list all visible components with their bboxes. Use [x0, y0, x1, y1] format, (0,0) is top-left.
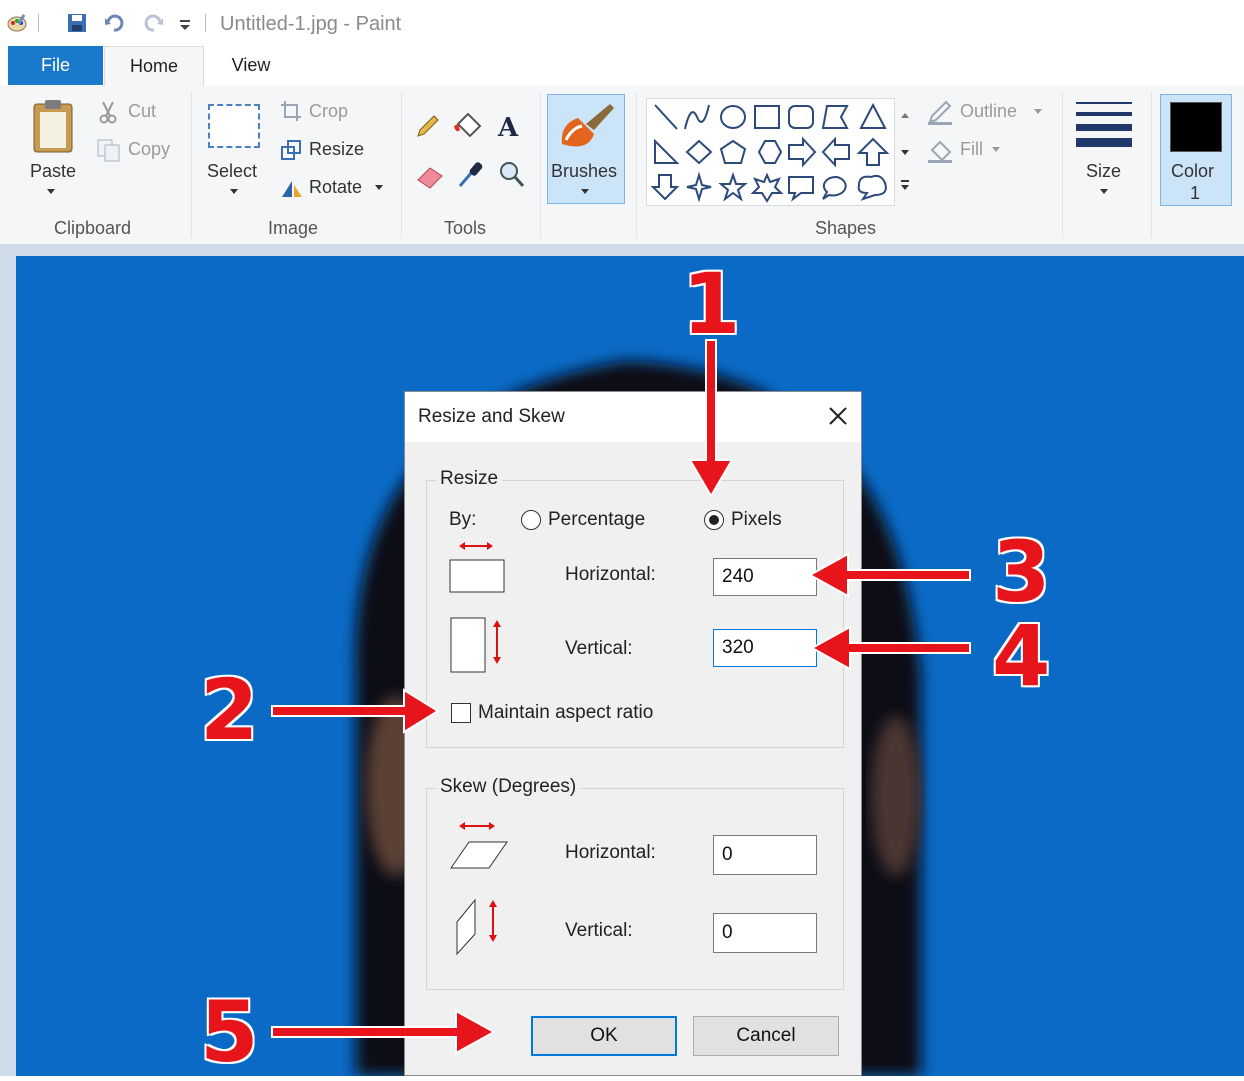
pixels-radio[interactable] — [704, 510, 724, 530]
cut-icon[interactable] — [96, 100, 120, 124]
copy-icon[interactable] — [96, 138, 122, 162]
group-separator — [540, 92, 541, 238]
divider — [205, 14, 206, 32]
vertical-resize-icon — [450, 617, 501, 673]
close-icon[interactable] — [828, 406, 848, 426]
rotate-button[interactable]: Rotate — [309, 177, 362, 198]
horizontal-skew-icon — [450, 822, 508, 869]
customize-quick-access-icon[interactable] — [178, 18, 192, 32]
group-separator — [401, 92, 402, 238]
select-button-label[interactable]: Select — [207, 161, 257, 182]
title-bar: Untitled-1.jpg - Paint — [0, 0, 1244, 46]
ok-button[interactable]: OK — [531, 1016, 677, 1056]
crop-icon[interactable] — [280, 100, 302, 122]
skew-vertical-label: Vertical: — [565, 920, 633, 941]
dialog-title: Resize and Skew — [418, 406, 565, 427]
cut-button[interactable]: Cut — [128, 101, 156, 122]
annotation-3: 3 — [990, 523, 1051, 621]
brushes-label[interactable]: Brushes — [551, 161, 617, 182]
resize-button[interactable]: Resize — [309, 139, 364, 160]
undo-icon[interactable] — [104, 12, 126, 34]
size-icon[interactable] — [1076, 100, 1132, 148]
tools-group-label: Tools — [444, 218, 487, 238]
select-dropdown-icon[interactable] — [229, 188, 239, 196]
skew-horizontal-label: Horizontal: — [565, 842, 656, 863]
color-1-label[interactable]: Color — [1171, 161, 1214, 182]
maintain-aspect-ratio-checkbox[interactable] — [451, 703, 471, 723]
brushes-dropdown-icon[interactable] — [580, 188, 590, 196]
annotation-4: 4 — [990, 607, 1051, 705]
brush-icon[interactable] — [556, 100, 616, 154]
paint-app-icon — [7, 14, 27, 32]
crop-button[interactable]: Crop — [309, 101, 348, 122]
outline-icon[interactable] — [926, 100, 954, 126]
resize-icon[interactable] — [280, 139, 302, 161]
eraser-icon[interactable] — [414, 162, 446, 190]
shapes-gallery-scroll[interactable] — [894, 98, 915, 206]
save-icon[interactable] — [66, 12, 88, 34]
vertical-skew-icon — [456, 898, 497, 956]
tab-file[interactable]: File — [8, 46, 103, 85]
resize-horizontal-label: Horizontal: — [565, 564, 656, 585]
paste-button-label[interactable]: Paste — [30, 161, 76, 182]
fill-icon[interactable] — [926, 138, 954, 164]
magnifier-icon[interactable] — [498, 160, 526, 190]
redo-icon[interactable] — [142, 12, 164, 34]
resize-skew-dialog: Resize and Skew Resize By: Percentage Pi… — [404, 391, 862, 1076]
copy-button[interactable]: Copy — [128, 139, 170, 160]
skew-horizontal-input[interactable] — [713, 835, 817, 875]
size-dropdown-icon[interactable] — [1099, 188, 1109, 196]
group-separator — [1062, 92, 1063, 238]
text-tool-icon[interactable]: A — [496, 112, 524, 140]
color-1-number: 1 — [1190, 183, 1201, 203]
color-1-swatch[interactable] — [1170, 102, 1222, 152]
rotate-icon[interactable] — [280, 177, 304, 199]
fill-dropdown-icon[interactable] — [991, 146, 1001, 154]
pencil-icon[interactable] — [414, 112, 442, 140]
divider — [38, 14, 39, 32]
fill-button[interactable]: Fill — [960, 139, 983, 160]
select-icon[interactable] — [208, 104, 260, 148]
annotation-5: 5 — [198, 983, 259, 1081]
percentage-label[interactable]: Percentage — [548, 509, 645, 531]
maintain-aspect-ratio-label[interactable]: Maintain aspect ratio — [478, 702, 653, 724]
svg-text:A: A — [497, 113, 519, 140]
outline-dropdown-icon[interactable] — [1033, 108, 1043, 116]
horizontal-resize-icon — [449, 542, 505, 593]
shapes-group-label: Shapes — [815, 218, 877, 238]
resize-vertical-label: Vertical: — [565, 638, 633, 659]
image-group-label: Image — [268, 218, 319, 238]
resize-vertical-input[interactable] — [713, 629, 817, 667]
paste-icon[interactable] — [30, 98, 76, 154]
group-separator — [1151, 92, 1152, 238]
shapes-gallery[interactable] — [646, 98, 914, 206]
skew-vertical-input[interactable] — [713, 913, 817, 953]
cancel-button[interactable]: Cancel — [693, 1016, 839, 1056]
gallery-scroll-icons[interactable] — [899, 110, 911, 196]
resize-legend: Resize — [436, 468, 503, 490]
pixels-label[interactable]: Pixels — [731, 509, 782, 531]
fill-bucket-icon[interactable] — [452, 110, 484, 140]
rotate-dropdown-icon[interactable] — [374, 184, 384, 192]
skew-legend: Skew (Degrees) — [436, 776, 581, 798]
color-picker-icon[interactable] — [456, 160, 484, 190]
percentage-radio[interactable] — [521, 510, 541, 530]
group-separator — [191, 92, 192, 238]
annotation-1: 1 — [680, 255, 741, 353]
tab-view[interactable]: View — [206, 46, 296, 85]
resize-horizontal-input[interactable] — [713, 558, 817, 596]
by-label: By: — [449, 509, 477, 530]
outline-button[interactable]: Outline — [960, 101, 1017, 122]
tab-home[interactable]: Home — [104, 46, 204, 86]
annotation-2: 2 — [198, 661, 259, 759]
clipboard-group-label: Clipboard — [54, 218, 132, 238]
window-title: Untitled-1.jpg - Paint — [220, 13, 402, 35]
size-button-label[interactable]: Size — [1086, 161, 1121, 182]
group-separator — [636, 92, 637, 238]
paste-dropdown-icon[interactable] — [46, 188, 56, 196]
shapes-gallery-icons[interactable] — [647, 99, 915, 207]
